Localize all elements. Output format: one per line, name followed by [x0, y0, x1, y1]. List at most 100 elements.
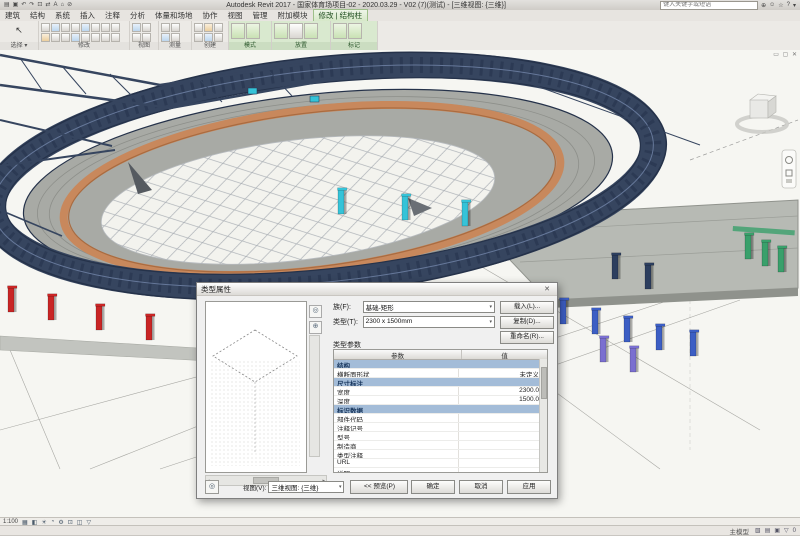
tool-icon[interactable]	[111, 33, 120, 42]
tool-icon[interactable]	[161, 33, 170, 42]
redo-icon[interactable]: ↷	[29, 1, 34, 9]
tool-icon[interactable]	[132, 33, 141, 42]
tool-icon[interactable]	[61, 23, 70, 32]
navigation-bar[interactable]	[782, 150, 796, 188]
preview-pane[interactable]	[205, 301, 307, 473]
tool-icon[interactable]	[274, 23, 288, 39]
table-row[interactable]: 制造商	[334, 441, 547, 450]
preview-view-select[interactable]: 三维视图: {三维} ▾	[268, 481, 344, 493]
tool-icon[interactable]	[91, 23, 100, 32]
tool-icon[interactable]	[171, 33, 180, 42]
exchange-apps-icon[interactable]: ☆	[778, 2, 783, 9]
tool-icon[interactable]	[101, 33, 110, 42]
ok-button[interactable]: 确定	[411, 480, 455, 494]
3d-view-icon[interactable]: ⌂	[60, 1, 64, 9]
design-options-icon[interactable]: ▤	[765, 527, 771, 534]
tool-icon[interactable]	[81, 23, 90, 32]
tab-addins[interactable]: 附加模块	[273, 10, 313, 21]
table-row[interactable]: 深度1500.0	[334, 396, 547, 405]
tab-insert[interactable]: 插入	[75, 10, 100, 21]
family-select[interactable]: 基础-矩形 ▾	[363, 301, 495, 313]
tool-icon[interactable]	[348, 23, 362, 39]
tool-icon[interactable]	[142, 23, 151, 32]
open-icon[interactable]: ▤	[4, 1, 10, 9]
tool-icon[interactable]	[142, 33, 151, 42]
rename-button[interactable]: 重命名(R)...	[500, 331, 554, 344]
tab-annotate[interactable]: 注释	[100, 10, 125, 21]
print-icon[interactable]: ⊡	[37, 1, 42, 9]
tab-architecture[interactable]: 建筑	[0, 10, 25, 21]
preview-wheel-button[interactable]: ◎	[205, 480, 219, 494]
tool-icon[interactable]	[214, 33, 223, 42]
filter-icon[interactable]: ▽	[784, 527, 789, 534]
design-option-label[interactable]: 主模型	[730, 526, 750, 536]
tool-icon[interactable]	[289, 23, 303, 39]
table-row[interactable]: 部件代码	[334, 414, 547, 423]
tab-systems[interactable]: 系统	[50, 10, 75, 21]
tab-structure[interactable]: 结构	[25, 10, 50, 21]
tool-icon[interactable]	[171, 23, 180, 32]
table-row[interactable]: 说明	[334, 468, 547, 473]
tab-collaborate[interactable]: 协作	[198, 10, 223, 21]
text-icon[interactable]: A	[53, 1, 57, 9]
search-go-icon[interactable]: ⊕	[761, 2, 766, 9]
tool-icon[interactable]	[231, 23, 245, 39]
signin-icon[interactable]: ☺	[769, 2, 775, 8]
load-button[interactable]: 载入(L)...	[500, 301, 554, 314]
search-input[interactable]	[660, 1, 758, 10]
tool-icon[interactable]	[161, 23, 170, 32]
table-row[interactable]: 注释记号	[334, 423, 547, 432]
help-menu-icon[interactable]: ▾	[793, 2, 796, 9]
save-icon[interactable]: ▣	[13, 1, 19, 9]
help-icon[interactable]: ?	[787, 2, 790, 8]
tool-icon[interactable]	[204, 33, 213, 42]
tab-view[interactable]: 视图	[223, 10, 248, 21]
duplicate-button[interactable]: 复制(D)...	[500, 316, 554, 329]
param-column-header[interactable]: 参数	[334, 350, 462, 359]
undo-icon[interactable]: ↶	[21, 1, 26, 9]
tool-icon[interactable]	[71, 23, 80, 32]
tab-modify-contextual[interactable]: 修改 | 结构柱	[313, 9, 369, 21]
table-row[interactable]: 宽度2300.0	[334, 387, 547, 396]
tool-icon[interactable]	[81, 33, 90, 42]
type-parameters-table[interactable]: 参数 值 结构 横断面形状未定义 尺寸标注 宽度2300.0 深度1500.0 …	[333, 349, 548, 473]
apply-button[interactable]: 应用	[507, 480, 551, 494]
table-row[interactable]: 型号	[334, 432, 547, 441]
tool-icon[interactable]	[91, 33, 100, 42]
viewcube[interactable]	[737, 94, 787, 132]
preview-vscrollbar[interactable]	[309, 335, 320, 457]
table-row[interactable]: 横断面形状未定义	[334, 369, 547, 378]
table-row[interactable]: URL	[334, 459, 547, 468]
tab-manage[interactable]: 管理	[248, 10, 273, 21]
tool-icon[interactable]	[111, 23, 120, 32]
quick-access-toolbar[interactable]: ▤ ▣ ↶ ↷ ⊡ ⇄ A ⌂ ⊘	[0, 1, 72, 9]
type-select[interactable]: 2300 x 1500mm ▾	[363, 316, 495, 328]
preview-toggle-button[interactable]: << 预览(P)	[350, 480, 408, 494]
tool-icon[interactable]	[194, 33, 203, 42]
tool-icon[interactable]	[132, 23, 141, 32]
tool-icon[interactable]	[304, 23, 318, 39]
tool-icon[interactable]	[214, 23, 223, 32]
tool-icon[interactable]	[246, 23, 260, 39]
dialog-title-bar[interactable]: 类型属性 ✕	[197, 283, 557, 296]
cancel-button[interactable]: 取消	[459, 480, 503, 494]
close-icon[interactable]: ✕	[541, 285, 553, 293]
tool-icon[interactable]	[204, 23, 213, 32]
tool-icon[interactable]	[61, 33, 70, 42]
tool-icon[interactable]	[71, 33, 80, 42]
worksets-icon[interactable]: ▧	[755, 527, 761, 534]
tool-icon[interactable]	[41, 33, 50, 42]
value-column-header[interactable]: 值	[462, 350, 547, 359]
table-scrollbar[interactable]	[539, 359, 547, 472]
tool-icon[interactable]	[194, 23, 203, 32]
tool-icon[interactable]	[51, 23, 60, 32]
measure-icon[interactable]: ⇄	[45, 1, 50, 9]
tool-icon[interactable]	[51, 33, 60, 42]
steering-wheel-icon[interactable]: ◎	[309, 305, 322, 318]
panel-select-label[interactable]: 选择 ▾	[0, 42, 38, 50]
tab-massing-site[interactable]: 体量和场地	[150, 10, 198, 21]
zoom-icon[interactable]: ⊕	[309, 321, 322, 334]
tool-icon[interactable]	[333, 23, 347, 39]
modify-tool-button[interactable]: ↖	[2, 23, 36, 37]
select-toggle-icon[interactable]: ▣	[774, 527, 780, 534]
